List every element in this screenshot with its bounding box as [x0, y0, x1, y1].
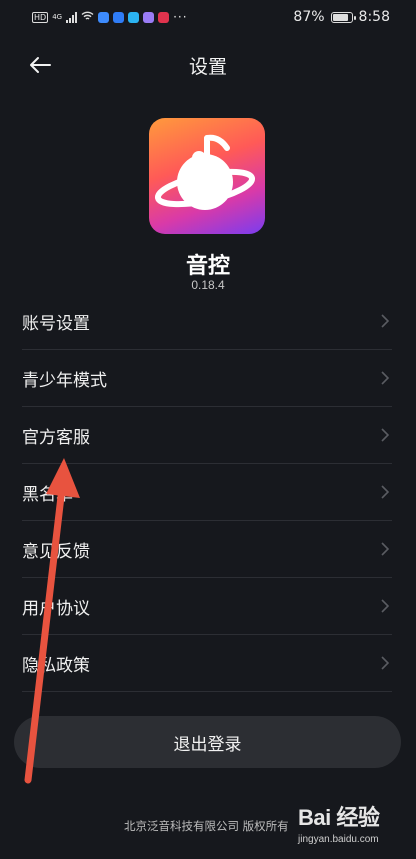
menu-item-label: 青少年模式 [22, 370, 107, 391]
chevron-right-icon [378, 485, 392, 499]
settings-menu: 账号设置 青少年模式 官方客服 黑名单 意见反馈 用户协议 隐私政策 [22, 293, 392, 692]
app-notification-icon [98, 11, 110, 23]
chevron-right-icon [378, 428, 392, 442]
page-title: 设置 [188, 56, 227, 78]
app-version: 0.18.4 [191, 278, 225, 292]
hd-indicator: HD [32, 11, 49, 23]
menu-item-customer-service[interactable]: 官方客服 [22, 407, 392, 464]
menu-item-user-agreement[interactable]: 用户协议 [22, 578, 392, 635]
menu-item-label: 意见反馈 [22, 541, 90, 562]
chevron-right-icon [378, 314, 392, 328]
nav-bar: 设置 [0, 40, 416, 90]
clock: 8:58 [358, 9, 390, 25]
more-notifications-icon: ··· [173, 10, 188, 24]
menu-item-feedback[interactable]: 意见反馈 [22, 521, 392, 578]
status-left-group: HD 4G ··· [32, 10, 188, 25]
logout-button[interactable]: 退出登录 [14, 716, 401, 768]
app-logo [149, 118, 265, 234]
battery-percent: 87% [293, 9, 325, 25]
network-type: 4G [52, 13, 63, 21]
menu-item-label: 用户协议 [22, 598, 90, 619]
menu-item-privacy-policy[interactable]: 隐私政策 [22, 635, 392, 692]
menu-item-label: 隐私政策 [22, 655, 90, 676]
watermark-url: jingyan.baidu.com [298, 834, 379, 845]
copyright-text: 北京泛音科技有限公司 版权所有 [124, 819, 289, 833]
app-name: 音控 [185, 254, 230, 279]
app-notification-icon [113, 11, 125, 23]
app-notification-icon [158, 11, 170, 23]
app-notification-icon [128, 11, 140, 23]
menu-item-blacklist[interactable]: 黑名单 [22, 464, 392, 521]
app-notification-icon [143, 11, 155, 23]
menu-item-youth-mode[interactable]: 青少年模式 [22, 350, 392, 407]
chevron-right-icon [378, 656, 392, 670]
watermark-brand: Bai 经验 [298, 805, 380, 830]
menu-item-label: 官方客服 [22, 427, 90, 448]
menu-item-label: 账号设置 [22, 313, 90, 334]
battery-icon [330, 11, 356, 23]
logout-label: 退出登录 [173, 734, 242, 755]
menu-item-label: 黑名单 [22, 484, 73, 505]
status-bar: HD 4G ··· 87% 8:58 [0, 0, 416, 34]
status-right-group: 87% 8:58 [293, 9, 390, 25]
chevron-right-icon [378, 371, 392, 385]
wifi-icon [81, 10, 94, 25]
signal-icon [66, 11, 78, 23]
chevron-right-icon [378, 542, 392, 556]
chevron-right-icon [378, 599, 392, 613]
baidu-jingyan-watermark: Bai 经验 jingyan.baidu.com [298, 800, 410, 852]
menu-item-account-settings[interactable]: 账号设置 [22, 293, 392, 350]
